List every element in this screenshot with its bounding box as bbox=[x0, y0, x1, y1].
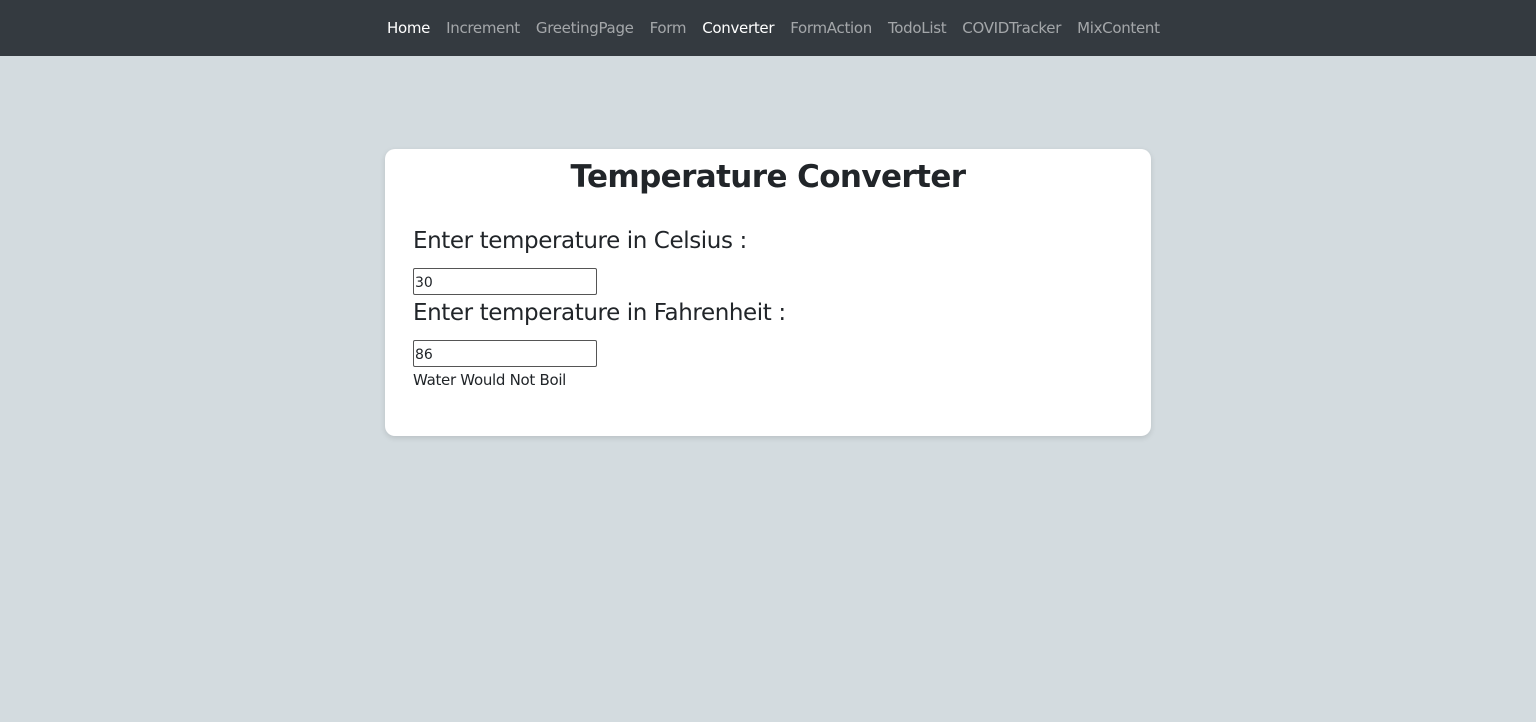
nav-link-converter[interactable]: Converter bbox=[702, 19, 774, 37]
page-title: Temperature Converter bbox=[570, 159, 967, 195]
nav-link-todolist[interactable]: TodoList bbox=[888, 19, 947, 37]
nav-link-form[interactable]: Form bbox=[650, 19, 687, 37]
boil-status-text: Water Would Not Boil bbox=[413, 371, 567, 389]
fahrenheit-label: Enter temperature in Fahrenheit : bbox=[413, 300, 786, 326]
celsius-label: Enter temperature in Celsius : bbox=[413, 228, 747, 254]
converter-card: Temperature Converter Enter temperature … bbox=[385, 149, 1151, 436]
fahrenheit-input[interactable] bbox=[413, 340, 597, 367]
nav-link-increment[interactable]: Increment bbox=[446, 19, 520, 37]
top-navbar: Home Increment GreetingPage Form Convert… bbox=[0, 0, 1536, 56]
nav-link-formaction[interactable]: FormAction bbox=[790, 19, 872, 37]
nav-link-covidtracker[interactable]: COVIDTracker bbox=[962, 19, 1061, 37]
celsius-input[interactable] bbox=[413, 268, 597, 295]
nav-link-mixcontent[interactable]: MixContent bbox=[1077, 19, 1160, 37]
nav-link-greetingpage[interactable]: GreetingPage bbox=[536, 19, 634, 37]
nav-link-home[interactable]: Home bbox=[387, 19, 430, 37]
nav-links: Home Increment GreetingPage Form Convert… bbox=[387, 0, 1160, 56]
